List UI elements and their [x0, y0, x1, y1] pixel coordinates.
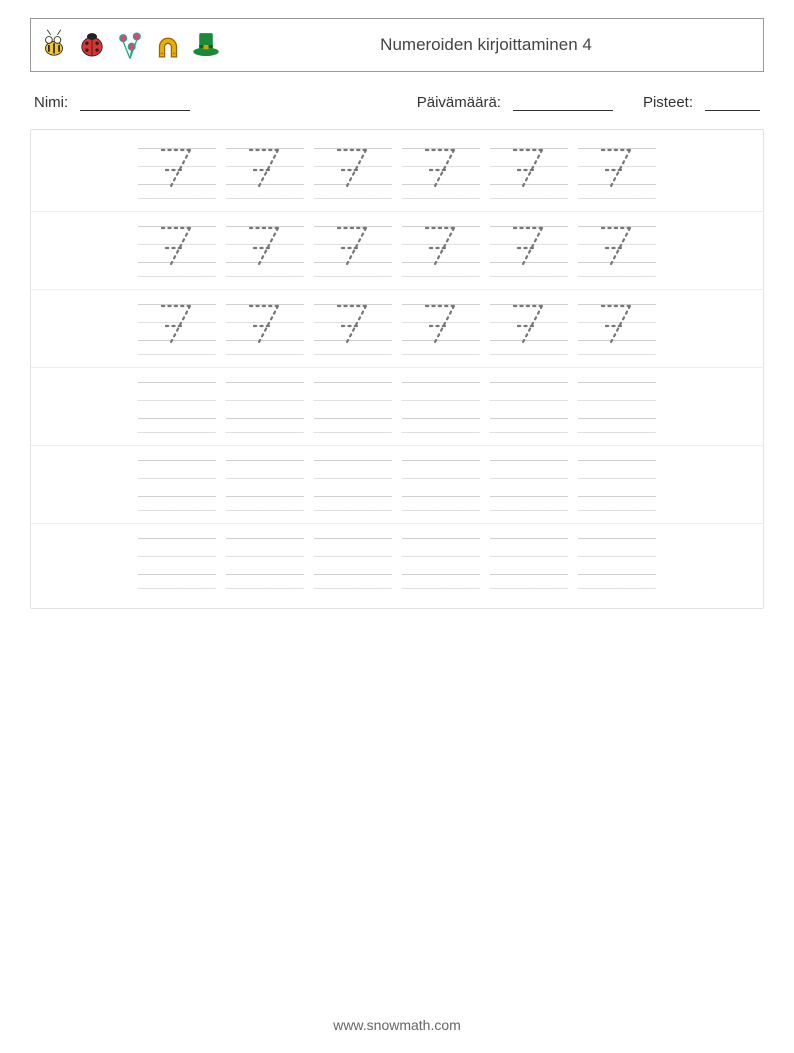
practice-cell[interactable]: [578, 456, 656, 514]
ladybug-icon: [75, 28, 109, 62]
practice-cell[interactable]: [314, 456, 392, 514]
practice-cell[interactable]: [138, 300, 216, 358]
trace-seven-icon: [512, 302, 546, 346]
practice-cell[interactable]: [314, 534, 392, 592]
practice-cell[interactable]: [314, 144, 392, 202]
horseshoe-icon: [151, 28, 185, 62]
practice-cell[interactable]: [314, 378, 392, 436]
practice-cell[interactable]: [226, 222, 304, 280]
practice-cell[interactable]: [226, 300, 304, 358]
score-label: Pisteet:: [643, 94, 693, 111]
practice-cell[interactable]: [402, 300, 480, 358]
name-blank[interactable]: [80, 94, 190, 111]
practice-cell[interactable]: [490, 534, 568, 592]
trace-seven-icon: [336, 146, 370, 190]
practice-cell[interactable]: [490, 378, 568, 436]
trace-seven-icon: [424, 302, 458, 346]
flowers-icon: [113, 28, 147, 62]
practice-cell[interactable]: [314, 222, 392, 280]
practice-row: [31, 290, 763, 368]
trace-seven-icon: [424, 224, 458, 268]
name-label: Nimi:: [34, 94, 68, 111]
practice-cell[interactable]: [402, 456, 480, 514]
trace-seven-icon: [248, 146, 282, 190]
trace-seven-icon: [336, 302, 370, 346]
trace-seven-icon: [600, 224, 634, 268]
header-icons: [37, 28, 223, 62]
practice-row: [31, 212, 763, 290]
practice-cell[interactable]: [578, 378, 656, 436]
practice-cell[interactable]: [226, 144, 304, 202]
trace-seven-icon: [248, 302, 282, 346]
practice-cell[interactable]: [314, 300, 392, 358]
date-blank[interactable]: [513, 94, 613, 111]
practice-cell[interactable]: [490, 222, 568, 280]
trace-seven-icon: [512, 146, 546, 190]
practice-cell[interactable]: [138, 378, 216, 436]
score-blank[interactable]: [705, 94, 760, 111]
trace-seven-icon: [160, 302, 194, 346]
practice-cell[interactable]: [490, 300, 568, 358]
practice-cell[interactable]: [578, 144, 656, 202]
page-title: Numeroiden kirjoittaminen 4: [229, 35, 753, 55]
trace-seven-icon: [600, 302, 634, 346]
practice-cell[interactable]: [138, 534, 216, 592]
header: Numeroiden kirjoittaminen 4: [30, 18, 764, 72]
practice-cell[interactable]: [402, 534, 480, 592]
trace-seven-icon: [248, 224, 282, 268]
practice-cell[interactable]: [138, 456, 216, 514]
practice-grid: [30, 129, 764, 609]
footer-url: www.snowmath.com: [0, 1017, 794, 1033]
practice-cell[interactable]: [490, 144, 568, 202]
practice-cell[interactable]: [578, 222, 656, 280]
trace-seven-icon: [160, 224, 194, 268]
practice-cell[interactable]: [402, 222, 480, 280]
trace-seven-icon: [600, 146, 634, 190]
date-label: Päivämäärä:: [417, 94, 501, 111]
practice-cell[interactable]: [226, 456, 304, 514]
trace-seven-icon: [512, 224, 546, 268]
trace-seven-icon: [160, 146, 194, 190]
practice-cell[interactable]: [402, 144, 480, 202]
practice-cell[interactable]: [402, 378, 480, 436]
practice-cell[interactable]: [490, 456, 568, 514]
trace-seven-icon: [336, 224, 370, 268]
meta-line: Nimi: Päivämäärä: Pisteet:: [34, 94, 760, 111]
practice-row: [31, 446, 763, 524]
practice-row: [31, 368, 763, 446]
practice-cell[interactable]: [226, 378, 304, 436]
practice-cell[interactable]: [578, 534, 656, 592]
practice-cell[interactable]: [578, 300, 656, 358]
practice-row: [31, 524, 763, 602]
tophat-icon: [189, 28, 223, 62]
practice-cell[interactable]: [138, 144, 216, 202]
practice-row: [31, 134, 763, 212]
practice-cell[interactable]: [138, 222, 216, 280]
trace-seven-icon: [424, 146, 458, 190]
bee-icon: [37, 28, 71, 62]
practice-cell[interactable]: [226, 534, 304, 592]
